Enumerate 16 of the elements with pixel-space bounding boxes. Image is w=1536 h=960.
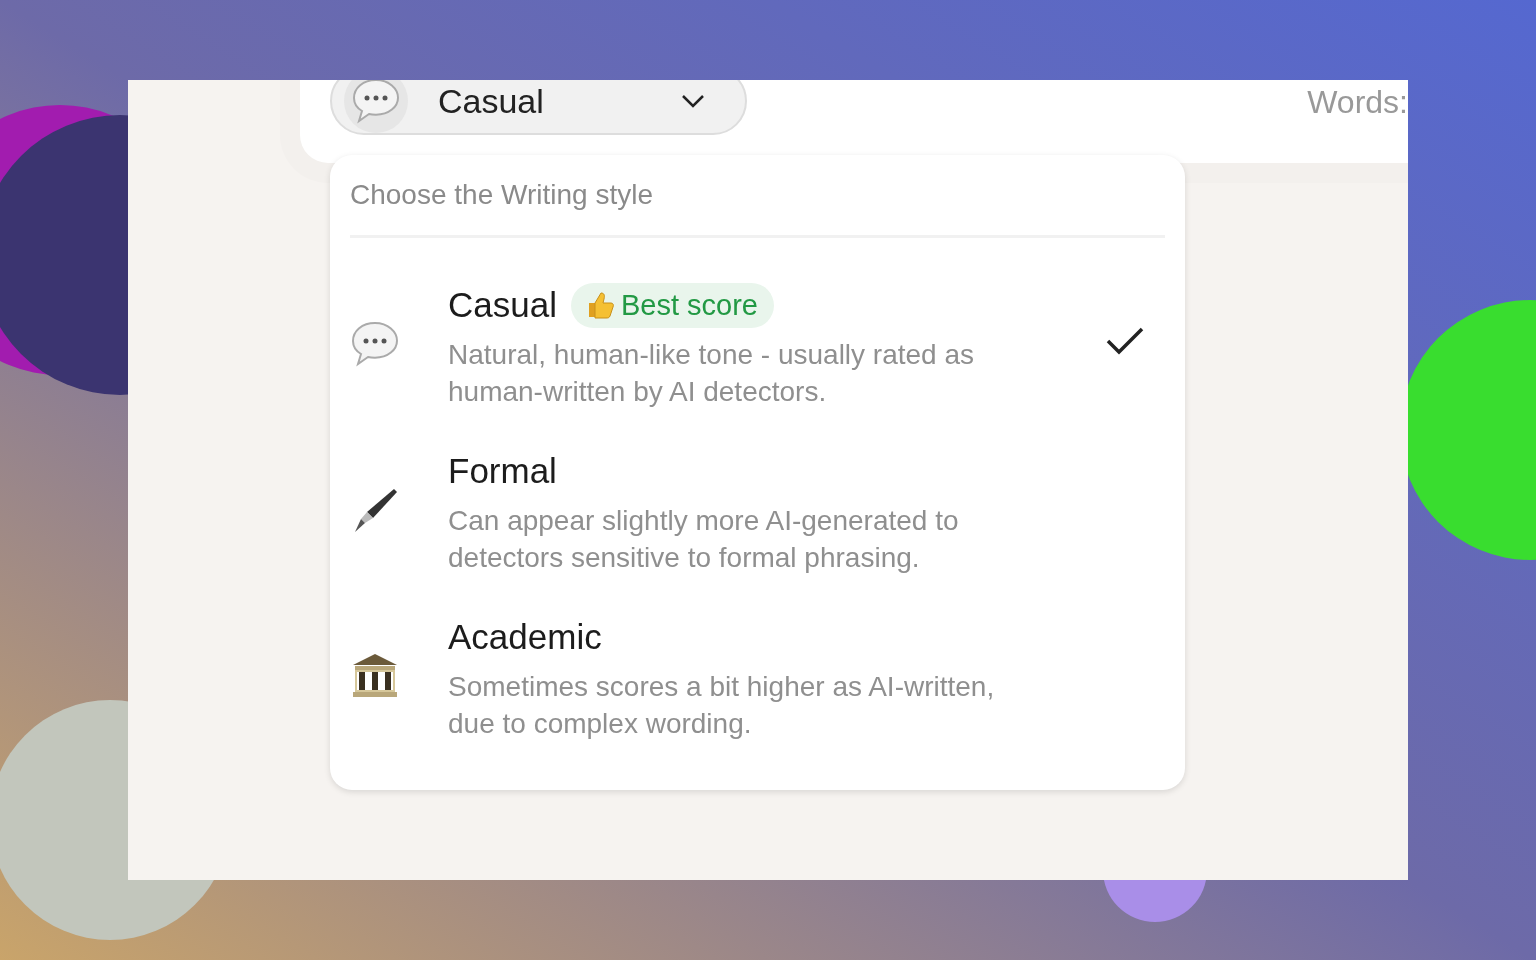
option-title: Formal bbox=[448, 451, 557, 491]
style-dropdown[interactable]: Casual bbox=[330, 80, 747, 135]
option-title: Academic bbox=[448, 617, 602, 657]
chevron-down-icon bbox=[681, 94, 705, 108]
option-title: Casual bbox=[448, 285, 557, 325]
menu-title: Choose the Writing style bbox=[350, 179, 654, 211]
speech-bubble-icon bbox=[350, 319, 400, 369]
option-description: Can appear slightly more AI-generated to detectors sensitive to formal phrasing. bbox=[448, 504, 960, 575]
style-option[interactable]: Academic Sometimes scores a bit higher as AI-written, due to complex wording. bbox=[350, 604, 1165, 770]
style-option[interactable]: Formal Can appear slightly more AI-generated to detectors sensitive to formal phrasing. bbox=[350, 438, 1165, 604]
option-description: Sometimes scores a bit higher as AI-written, due to complex wording. bbox=[448, 670, 996, 741]
style-option[interactable]: Casual Best score Natural, human-like tone - usually rated as human-written by AI detectors. bbox=[350, 272, 1165, 438]
option-description: Natural, human-like tone - usually rated as human-written by AI detectors. bbox=[448, 338, 976, 409]
speech-bubble-icon bbox=[351, 80, 401, 126]
best-score-badge: Best score bbox=[570, 282, 774, 328]
word-count-label: Words: bbox=[1307, 84, 1408, 121]
